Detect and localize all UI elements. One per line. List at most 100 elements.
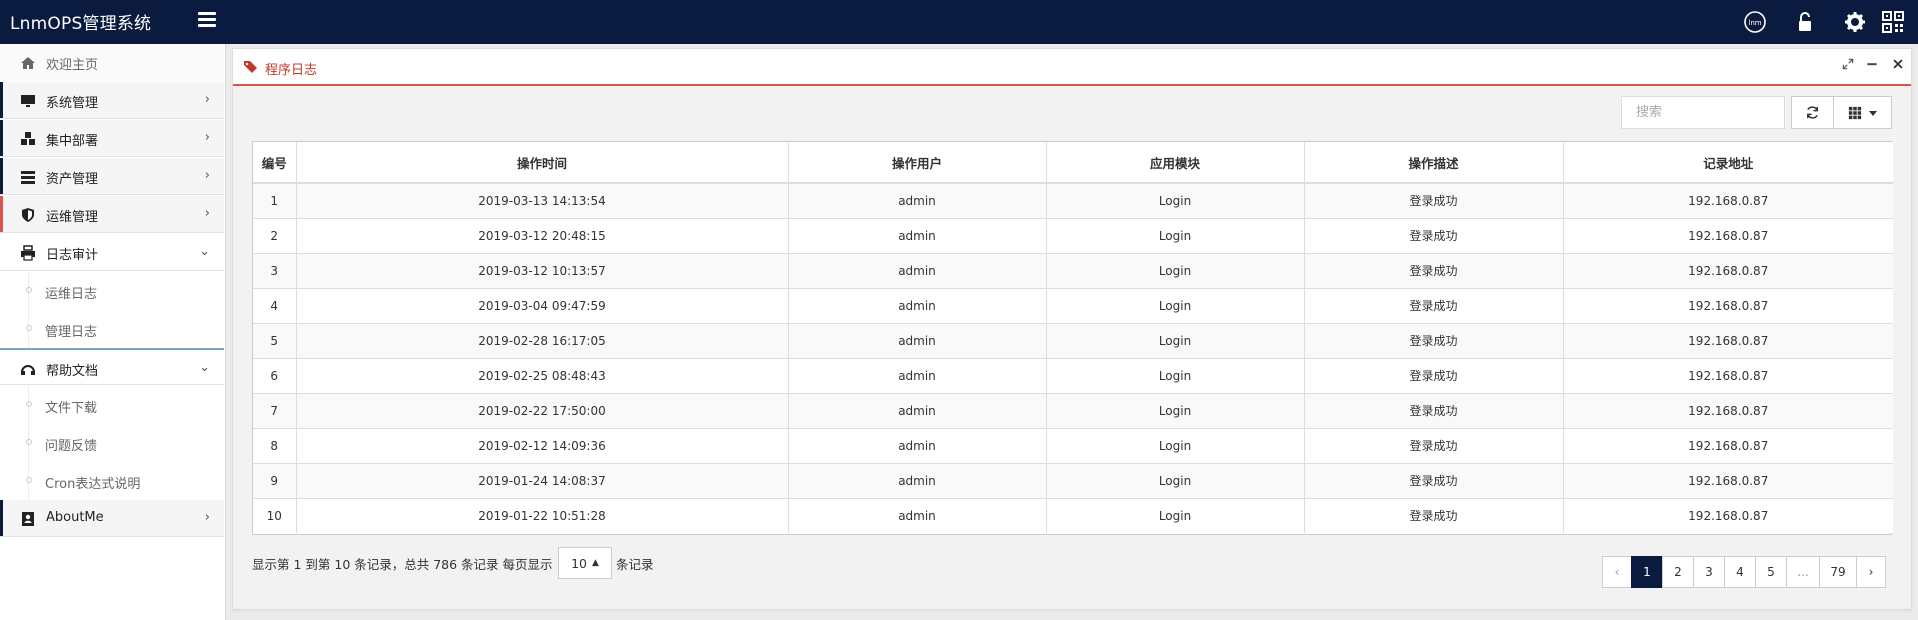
close-icon[interactable]	[1889, 57, 1907, 75]
sidebar-item-assets[interactable]: 资产管理 ›	[0, 158, 224, 195]
table-cell: 2019-02-12 14:09:36	[296, 427, 789, 463]
table-cell: 2019-02-28 16:17:05	[296, 322, 789, 358]
table-cell: 2019-01-22 10:51:28	[296, 497, 789, 533]
sidebar-item-system[interactable]: 系统管理 ›	[0, 82, 224, 119]
table-cell: 192.168.0.87	[1563, 252, 1893, 288]
bullet-icon	[26, 287, 32, 293]
sidebar-subitem-label: 管理日志	[45, 325, 98, 340]
table-cell: 2019-02-22 17:50:00	[296, 392, 789, 428]
table-cell: admin	[788, 287, 1047, 323]
sidebar-subitem-feedback[interactable]: 问题反馈	[0, 424, 224, 462]
sidebar-item-help[interactable]: 帮助文档 ⌄	[0, 348, 224, 385]
table-row[interactable]: 2 2019-03-12 20:48:15 admin Login 登录成功 192.16…	[253, 217, 1893, 253]
sidebar-subitem-label: 问题反馈	[45, 439, 98, 454]
table-row[interactable]: 4 2019-03-04 09:47:59 admin Login 登录成功 192.16…	[253, 287, 1893, 323]
sidebar-item-label: 资产管理	[46, 172, 99, 187]
app-title: LnmOPS管理系统	[10, 14, 152, 34]
sidebar-item-log-audit[interactable]: 日志审计 ⌄	[0, 234, 224, 271]
page-button-5[interactable]: 5	[1755, 556, 1787, 588]
table-cell: 9	[253, 462, 297, 498]
table-cell: Login	[1046, 427, 1305, 463]
table-cell: admin	[788, 462, 1047, 498]
home-icon	[20, 55, 36, 71]
table-cell: 5	[253, 322, 297, 358]
qrcode-icon[interactable]	[1880, 9, 1906, 35]
page-ellipsis: ...	[1786, 556, 1820, 588]
chevron-down-icon: ⌄	[199, 360, 210, 375]
table-cell: Login	[1046, 252, 1305, 288]
table-cell: 登录成功	[1304, 322, 1564, 358]
table-row[interactable]: 9 2019-01-24 14:08:37 admin Login 登录成功 192.16…	[253, 462, 1893, 498]
expand-icon[interactable]	[1839, 57, 1857, 75]
search-input[interactable]	[1621, 96, 1785, 129]
columns-toggle-button[interactable]	[1833, 96, 1892, 129]
column-header[interactable]: 操作用户	[788, 142, 1047, 184]
bullet-icon	[26, 325, 32, 331]
caret-up-icon: ▲	[591, 558, 599, 568]
chevron-right-icon: ›	[204, 92, 210, 107]
sidebar-item-home[interactable]: 欢迎主页	[0, 44, 224, 81]
column-header[interactable]: 应用模块	[1046, 142, 1305, 184]
table-row[interactable]: 1 2019-03-13 14:13:54 admin Login 登录成功 192.16…	[253, 182, 1893, 218]
table-cell: 10	[253, 497, 297, 533]
table-cell: 2019-03-13 14:13:54	[296, 182, 789, 218]
sidebar-subitem-label: 运维日志	[45, 287, 98, 302]
next-page-button[interactable]: ›	[1856, 556, 1886, 588]
sidebar-item-deploy[interactable]: 集中部署 ›	[0, 120, 224, 157]
sidebar-subitem-manage-log[interactable]: 管理日志	[0, 310, 224, 348]
chevron-right-icon: ›	[204, 510, 210, 525]
column-header[interactable]: 操作描述	[1304, 142, 1564, 184]
table-cell: 登录成功	[1304, 392, 1564, 428]
table-cell: admin	[788, 427, 1047, 463]
column-header[interactable]: 编号	[253, 142, 297, 184]
table-row[interactable]: 3 2019-03-12 10:13:57 admin Login 登录成功 192.16…	[253, 252, 1893, 288]
sidebar-item-label: 集中部署	[46, 134, 99, 149]
table-cell: 1	[253, 182, 297, 218]
table-cell: 7	[253, 392, 297, 428]
table-cell: 2019-03-04 09:47:59	[296, 287, 789, 323]
sidebar-item-label: AboutMe	[46, 510, 104, 525]
column-header[interactable]: 记录地址	[1563, 142, 1893, 184]
page-button-1[interactable]: 1	[1631, 556, 1663, 588]
table-cell: admin	[788, 182, 1047, 218]
sidebar-subitem-cron[interactable]: Cron表达式说明	[0, 462, 224, 500]
log-audit-submenu: 运维日志 管理日志	[0, 272, 224, 348]
sidebar-subitem-ops-log[interactable]: 运维日志	[0, 272, 224, 310]
table-cell: 192.168.0.87	[1563, 182, 1893, 218]
table-cell: 192.168.0.87	[1563, 427, 1893, 463]
sidebar-subitem-label: Cron表达式说明	[45, 477, 141, 492]
table-row[interactable]: 7 2019-02-22 17:50:00 admin Login 登录成功 192.16…	[253, 392, 1893, 428]
sidebar-item-aboutme[interactable]: AboutMe ›	[0, 500, 224, 537]
refresh-button[interactable]	[1791, 96, 1834, 129]
table-row[interactable]: 8 2019-02-12 14:09:36 admin Login 登录成功 192.16…	[253, 427, 1893, 463]
desktop-icon	[20, 93, 36, 109]
page-button-3[interactable]: 3	[1693, 556, 1725, 588]
sidebar-item-label: 日志审计	[46, 248, 99, 263]
sidebar-item-ops[interactable]: 运维管理 ›	[0, 196, 224, 233]
table-cell: 登录成功	[1304, 182, 1564, 218]
gear-icon[interactable]	[1842, 9, 1868, 35]
pagination: ‹ 1 2 3 4 5 ... 79 ›	[1602, 556, 1886, 588]
server-icon	[20, 169, 36, 185]
table-row[interactable]: 5 2019-02-28 16:17:05 admin Login 登录成功 192.16…	[253, 322, 1893, 358]
unlock-icon[interactable]	[1792, 9, 1818, 35]
page-button-79[interactable]: 79	[1819, 556, 1857, 588]
page-size-suffix: 条记录	[616, 557, 654, 572]
prev-page-button[interactable]: ‹	[1602, 556, 1632, 588]
table-cell: 登录成功	[1304, 287, 1564, 323]
page-size-select[interactable]: 10 ▲	[558, 547, 612, 579]
page-button-2[interactable]: 2	[1662, 556, 1694, 588]
sidebar-subitem-download[interactable]: 文件下载	[0, 386, 224, 424]
column-header[interactable]: 操作时间	[296, 142, 789, 184]
minimize-icon[interactable]	[1863, 57, 1881, 75]
lnm-logo-icon[interactable]: lnm	[1742, 9, 1768, 35]
menu-toggle-icon[interactable]	[198, 12, 216, 28]
table-row[interactable]: 6 2019-02-25 08:48:43 admin Login 登录成功 192.16…	[253, 357, 1893, 393]
table-row[interactable]: 10 2019-01-22 10:51:28 admin Login 登录成功 192.1…	[253, 497, 1893, 533]
page-button-4[interactable]: 4	[1724, 556, 1756, 588]
table-cell: Login	[1046, 182, 1305, 218]
table-cell: admin	[788, 217, 1047, 253]
sidebar-item-label: 帮助文档	[46, 364, 99, 379]
bullet-icon	[26, 477, 32, 483]
sidebar-item-label: 系统管理	[46, 96, 99, 111]
